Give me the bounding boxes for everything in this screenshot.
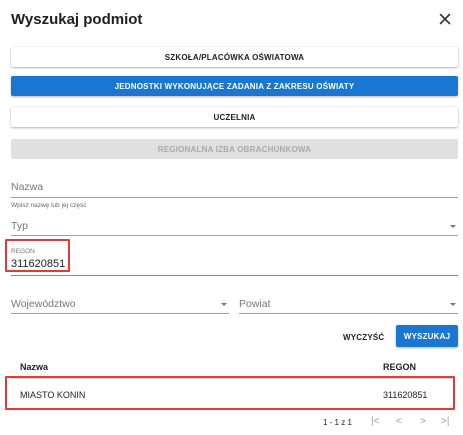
powiat-select[interactable] <box>239 313 458 314</box>
powiat-label: Powiat <box>239 298 271 310</box>
dialog-title: Wyszukaj podmiot <box>11 11 143 28</box>
regon-underline <box>11 275 458 276</box>
result-row-highlight-box <box>5 376 455 410</box>
table-header-nazwa: Nazwa <box>20 362 49 372</box>
wojewodztwo-select[interactable] <box>11 313 229 314</box>
search-button[interactable]: WYSZUKAJ <box>396 325 458 347</box>
typ-label: Typ <box>11 220 28 232</box>
nazwa-label: Nazwa <box>11 181 44 193</box>
wojewodztwo-label: Województwo <box>11 298 76 310</box>
first-page-icon[interactable]: |< <box>371 416 379 427</box>
category-button-uczelnia[interactable]: UCZELNIA <box>11 107 458 127</box>
category-button-jednostki[interactable]: JEDNOSTKI WYKONUJĄCE ZADANIA Z ZAKRESU O… <box>11 76 458 96</box>
prev-page-icon[interactable]: < <box>396 416 402 427</box>
table-header-regon: REGON <box>383 362 417 372</box>
category-button-rio: REGIONALNA IZBA OBRACHUNKOWA <box>11 139 458 159</box>
clear-button[interactable]: WYCZYŚĆ <box>343 333 384 342</box>
nazwa-hint: Wpisz nazwę lub jej część <box>11 202 87 209</box>
search-entity-dialog: Wyszukaj podmiot SZKOŁA/PLACÓWKA OŚWIATO… <box>0 0 463 435</box>
close-icon[interactable] <box>437 11 453 27</box>
typ-select[interactable] <box>11 235 458 236</box>
typ-chevron-down-icon[interactable] <box>450 225 456 228</box>
wojewodztwo-chevron-down-icon[interactable] <box>221 303 227 306</box>
category-button-szkola[interactable]: SZKOŁA/PLACÓWKA OŚWIATOWA <box>11 47 458 67</box>
nazwa-input[interactable] <box>11 197 458 198</box>
regon-highlight-box <box>5 239 70 272</box>
pagination-range: 1 - 1 z 1 <box>323 418 352 427</box>
last-page-icon[interactable]: >| <box>441 416 449 427</box>
powiat-chevron-down-icon[interactable] <box>450 303 456 306</box>
next-page-icon[interactable]: > <box>420 416 426 427</box>
